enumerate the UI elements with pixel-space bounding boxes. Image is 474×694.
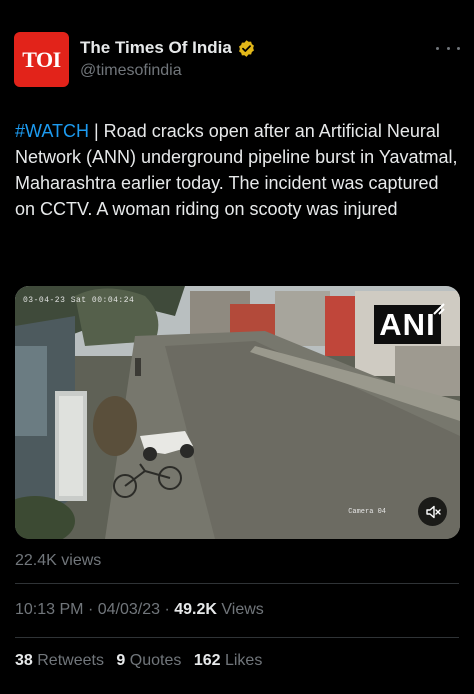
meta-separator: ·: [87, 601, 94, 618]
retweets-stat[interactable]: 38 Retweets: [15, 652, 104, 669]
video-views-count: 22.4K views: [15, 552, 102, 569]
speaker-muted-icon: [425, 505, 441, 518]
avatar-logo-text: TOI: [22, 46, 61, 72]
engagement-stats: 38 Retweets 9 Quotes 162 Likes: [15, 652, 270, 670]
author-name-row[interactable]: The Times Of India: [80, 38, 256, 58]
meta-separator: ·: [164, 601, 170, 618]
cctv-camera-label: Camera 04: [348, 508, 386, 516]
retweets-count: 38: [15, 652, 33, 669]
ani-swoosh-icon: [433, 303, 445, 315]
tweet-views-count: 49.2K: [174, 601, 217, 618]
quotes-count: 9: [116, 652, 126, 669]
divider: [15, 637, 459, 638]
tweet-header: TOI The Times Of India @timesofindia: [14, 32, 460, 88]
likes-stat[interactable]: 162 Likes: [194, 652, 263, 669]
ani-watermark-text: ANI: [379, 306, 436, 342]
ani-watermark: ANI: [374, 305, 441, 344]
more-options-icon[interactable]: [436, 40, 460, 56]
likes-label: Likes: [224, 652, 263, 669]
quotes-label: Quotes: [129, 652, 182, 669]
avatar[interactable]: TOI: [14, 32, 69, 87]
verified-badge-icon: [238, 39, 254, 57]
author-display-name[interactable]: The Times Of India: [80, 38, 232, 58]
tweet-date[interactable]: 04/03/23: [98, 601, 160, 618]
author-info: The Times Of India @timesofindia: [80, 38, 256, 80]
author-handle[interactable]: @timesofindia: [80, 62, 256, 80]
video-player[interactable]: 03-04-23 Sat 00:04:24 Camera 04 ANI: [15, 286, 460, 539]
tweet-text: #WATCH | Road cracks open after an Artif…: [15, 118, 461, 222]
tweet-time[interactable]: 10:13 PM: [15, 601, 83, 618]
tweet-views-label: Views: [221, 601, 264, 618]
mute-button[interactable]: [418, 497, 447, 526]
cctv-timestamp: 03-04-23 Sat 00:04:24: [23, 296, 135, 305]
retweets-label: Retweets: [37, 652, 104, 669]
likes-count: 162: [193, 652, 221, 669]
tweet-detail-page: TOI The Times Of India @timesofindia #WA…: [0, 0, 474, 694]
hashtag-link[interactable]: #WATCH: [15, 121, 89, 141]
divider: [15, 583, 459, 584]
quotes-stat[interactable]: 9 Quotes: [116, 652, 181, 669]
tweet-meta: 10:13 PM · 04/03/23 · 49.2K Views: [15, 601, 264, 619]
